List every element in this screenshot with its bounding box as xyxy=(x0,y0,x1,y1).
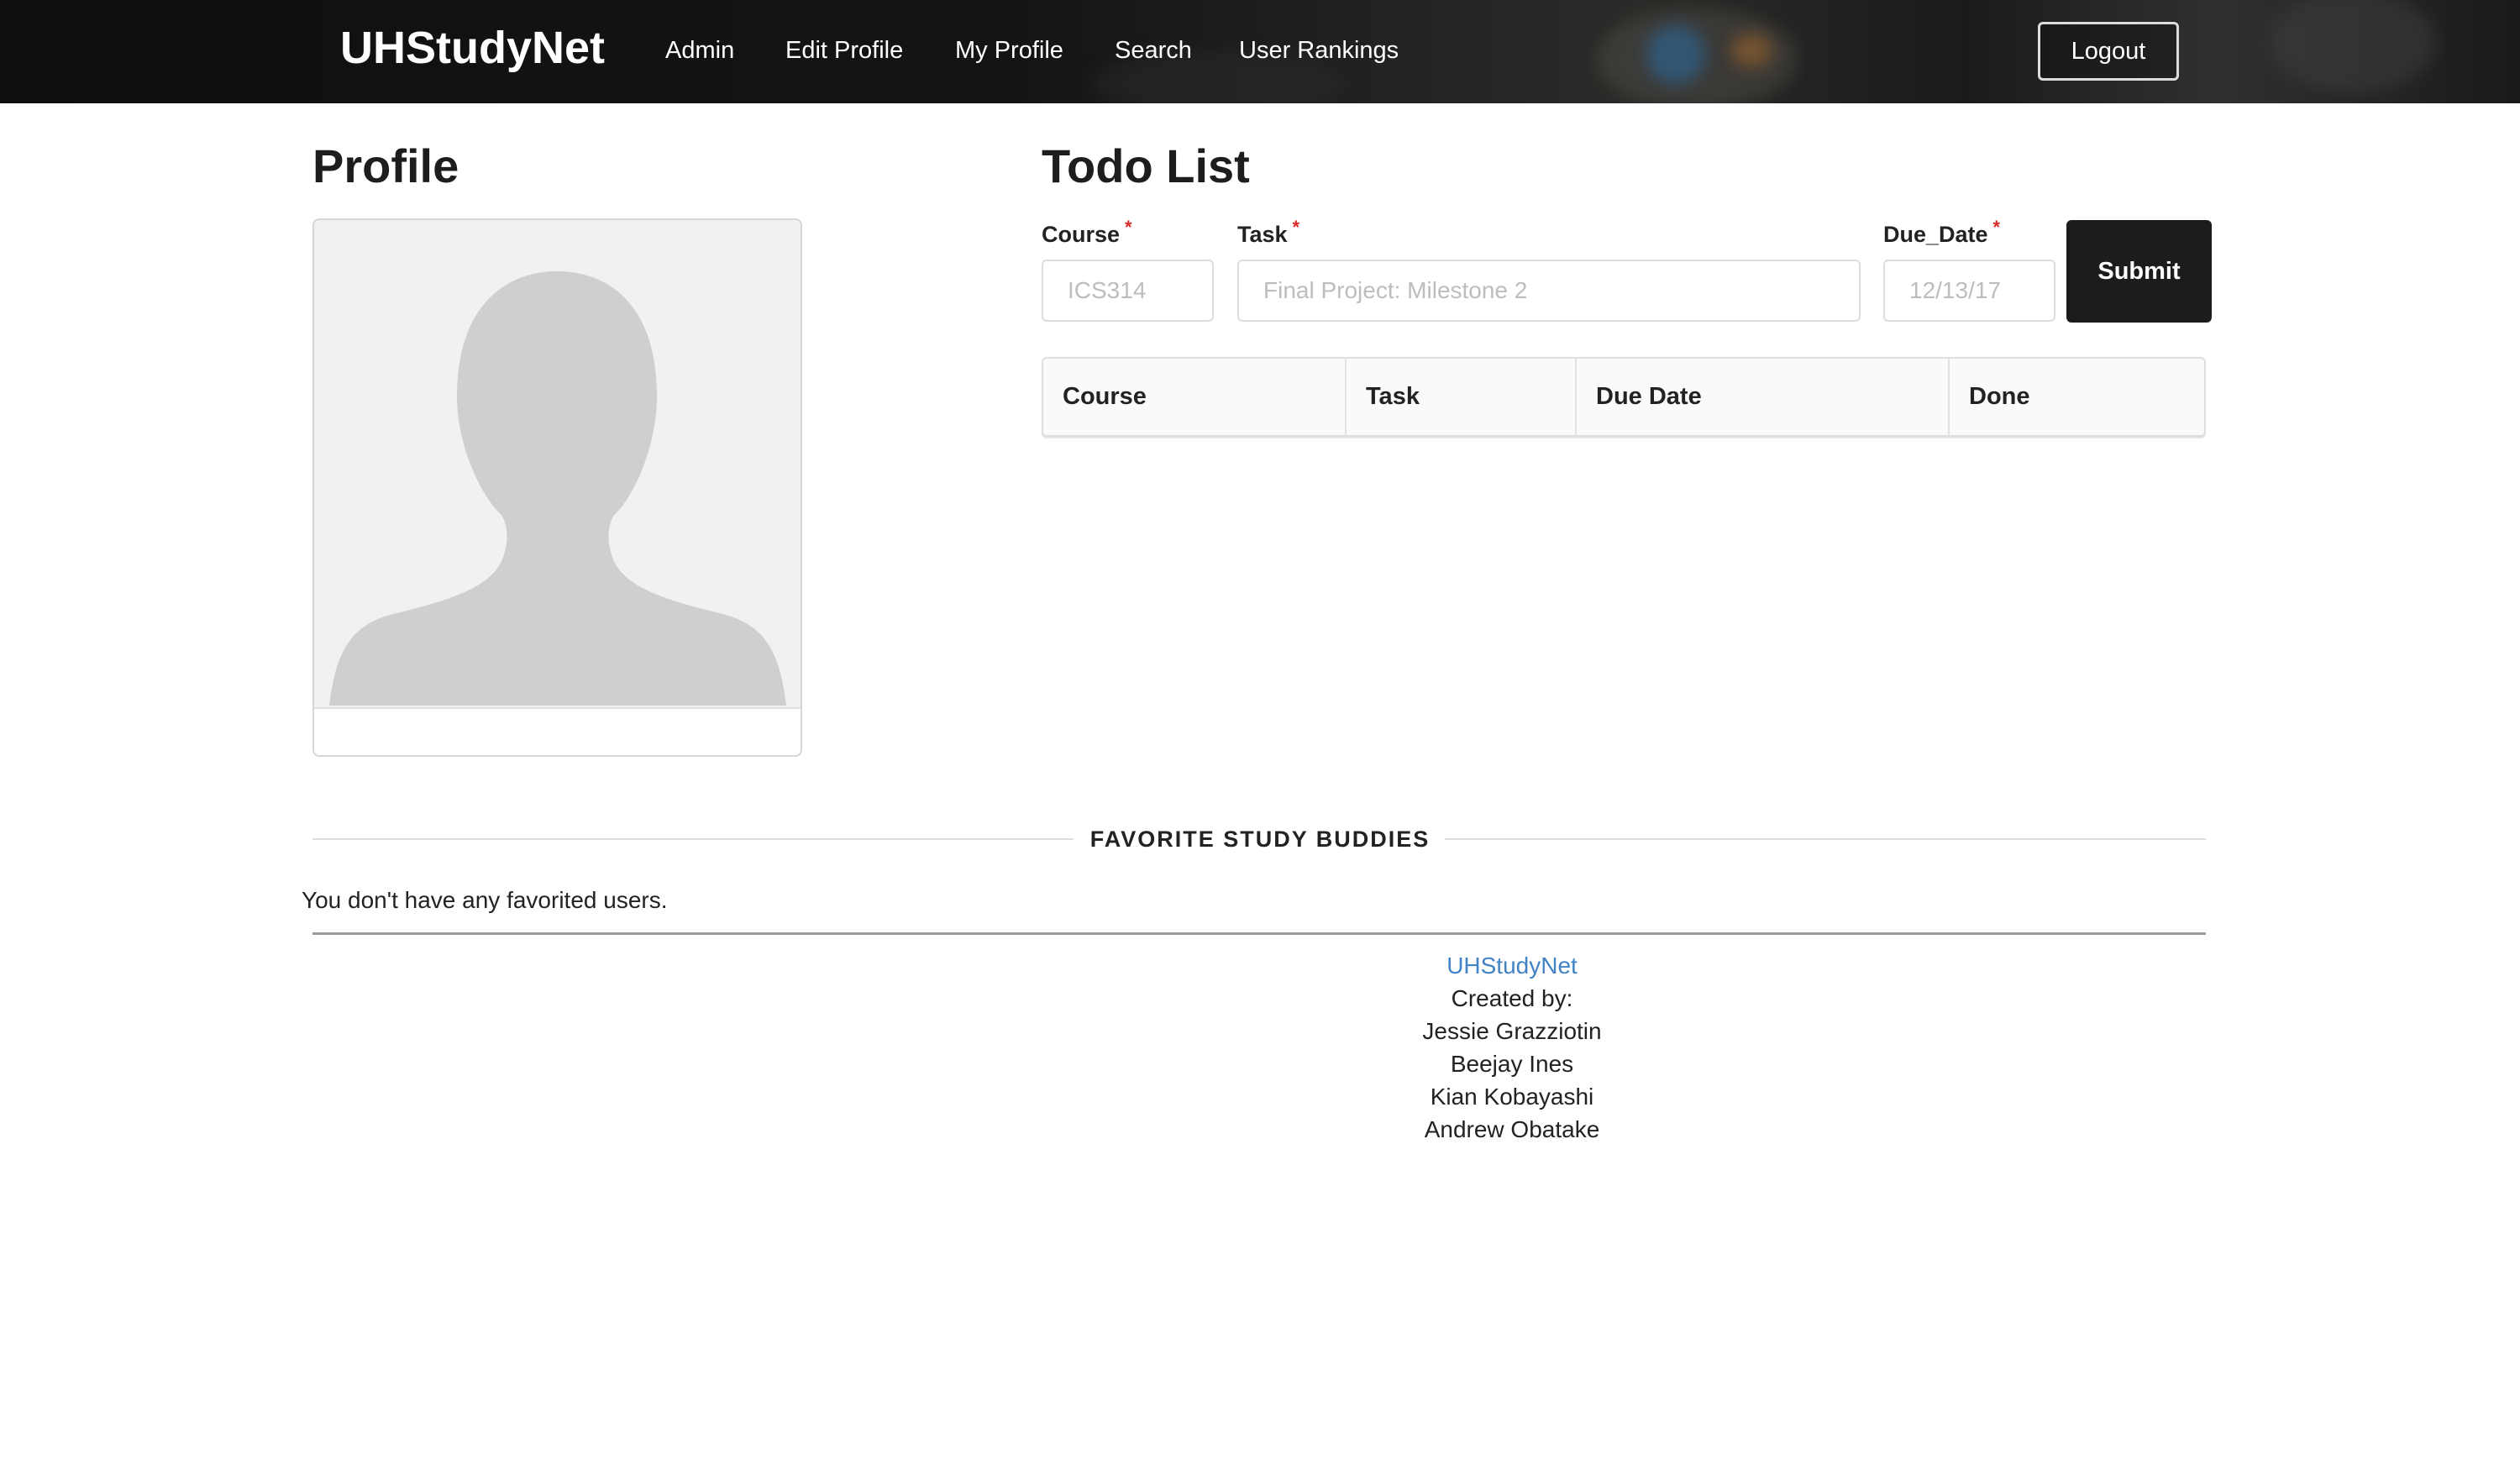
navbar-bg-decoration xyxy=(1646,25,1705,84)
logout-button[interactable]: Logout xyxy=(2038,22,2179,81)
footer: UHStudyNet Created by: Jessie Grazziotin… xyxy=(1008,949,2016,1146)
due-date-input[interactable]: 12/13/17 xyxy=(1883,260,2055,322)
nav-link-admin[interactable]: Admin xyxy=(665,37,734,65)
user-silhouette-icon xyxy=(329,271,786,706)
nav-link-my-profile[interactable]: My Profile xyxy=(955,37,1063,65)
footer-author: Beejay Ines xyxy=(1450,1051,1574,1077)
footer-created-by: Created by: xyxy=(1451,985,1573,1011)
footer-author: Kian Kobayashi xyxy=(1430,1084,1594,1110)
no-favorites-message: You don't have any favorited users. xyxy=(302,887,668,913)
course-input[interactable]: ICS314 xyxy=(1042,260,1214,322)
required-asterisk: * xyxy=(1292,217,1300,238)
due-date-label-text: Due_Date xyxy=(1883,222,1988,247)
section-divider-left xyxy=(312,838,1074,840)
task-label-text: Task xyxy=(1237,222,1288,247)
required-asterisk: * xyxy=(1992,217,2001,238)
avatar xyxy=(314,220,801,709)
table-header-due-date[interactable]: Due Date xyxy=(1577,359,1950,435)
nav-link-edit-profile[interactable]: Edit Profile xyxy=(785,37,903,65)
course-label-text: Course xyxy=(1042,222,1121,247)
submit-button[interactable]: Submit xyxy=(2066,220,2212,323)
required-asterisk: * xyxy=(1125,217,1132,238)
footer-divider xyxy=(312,932,2206,935)
brand-logo[interactable]: UHStudyNet xyxy=(340,22,605,74)
profile-heading: Profile xyxy=(312,139,459,192)
table-header-task[interactable]: Task xyxy=(1347,359,1577,435)
navbar-bg-decoration xyxy=(1730,34,1772,67)
nav-link-user-rankings[interactable]: User Rankings xyxy=(1239,37,1399,65)
footer-brand-link[interactable]: UHStudyNet xyxy=(1008,949,2016,982)
profile-card xyxy=(312,218,802,757)
section-divider-right xyxy=(1445,838,2206,840)
table-header-course[interactable]: Course xyxy=(1043,359,1347,435)
footer-author: Andrew Obatake xyxy=(1424,1116,1600,1142)
due-date-label: Due_Date * xyxy=(1883,217,2000,248)
todo-heading: Todo List xyxy=(1042,139,1250,192)
task-input[interactable]: Final Project: Milestone 2 xyxy=(1237,260,1861,322)
favorites-heading: FAVORITE STUDY BUDDIES xyxy=(1089,827,1431,852)
course-label: Course * xyxy=(1042,217,1132,248)
task-label: Task * xyxy=(1237,217,1299,248)
footer-author: Jessie Grazziotin xyxy=(1422,1018,1602,1044)
table-header-done[interactable]: Done xyxy=(1950,359,2204,435)
todo-table: Course Task Due Date Done xyxy=(1042,357,2206,437)
top-navbar: UHStudyNet Admin Edit Profile My Profile… xyxy=(0,0,2520,103)
nav-link-search[interactable]: Search xyxy=(1115,37,1192,65)
navbar-bg-decoration xyxy=(2268,0,2436,92)
